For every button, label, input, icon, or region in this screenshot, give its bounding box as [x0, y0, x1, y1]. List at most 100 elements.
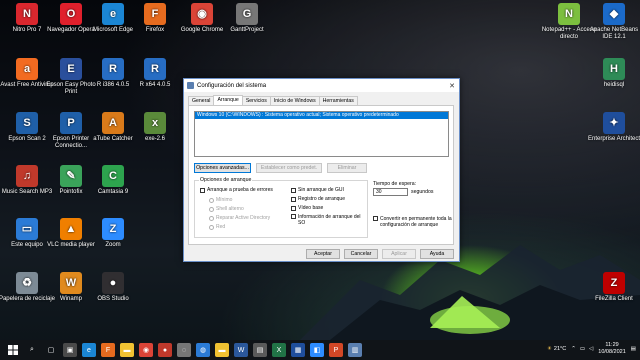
chrome-icon: ◉ — [191, 3, 213, 25]
msconfig-icon — [187, 82, 194, 89]
boot-tab-panel: Windows 10 (C:\WINDOWS) : Sistema operat… — [188, 105, 454, 245]
network-icon[interactable]: ▭ — [580, 346, 585, 352]
ad-repair-radio[interactable]: Reparar Active Directory — [209, 215, 270, 221]
desktop-shortcut-label: Enterprise Architect — [587, 136, 640, 142]
excel-taskbar-icon[interactable]: X — [272, 343, 286, 357]
nitro-icon: N — [16, 3, 38, 25]
alternate-shell-radio[interactable]: Shell alterno — [209, 206, 244, 212]
taskbar-app-icon[interactable]: ▣ — [63, 343, 77, 357]
desktop-shortcut[interactable]: x exe-2.6 — [126, 112, 184, 143]
desktop-shortcut[interactable]: ✦ Enterprise Architect — [585, 112, 640, 143]
atube-icon: A — [102, 112, 124, 134]
powerpoint-taskbar-icon[interactable]: P — [329, 343, 343, 357]
clock[interactable]: 11:29 10/08/2021 — [598, 342, 626, 356]
boot-options-legend: Opciones de arranque — [199, 177, 253, 183]
network-radio[interactable]: Red — [209, 224, 225, 230]
firefox-taskbar-icon[interactable]: F — [101, 343, 115, 357]
tray-chevron-icon[interactable]: ⌃ — [571, 346, 576, 352]
app-taskbar-icon[interactable]: ◧ — [310, 343, 324, 357]
no-gui-boot-checkbox[interactable]: Sin arranque de GUI — [291, 187, 344, 193]
camtasia-icon: C — [102, 165, 124, 187]
zoom-icon: Z — [102, 218, 124, 240]
desktop-shortcut[interactable]: ◆ Apache NetBeans IDE 12.1 — [585, 3, 640, 41]
dialog-title: Configuración del sistema — [197, 82, 267, 89]
apply-button[interactable]: Aplicar — [382, 249, 416, 259]
epson-printer-icon: P — [60, 112, 82, 134]
netbeans-icon: ◆ — [603, 3, 625, 25]
timeout-label: Tiempo de espera: — [373, 181, 417, 187]
word-taskbar-icon[interactable]: W — [234, 343, 248, 357]
enterprise-architect-icon: ✦ — [603, 112, 625, 134]
start-windows-icon[interactable] — [6, 343, 20, 357]
epson-scan-icon: S — [16, 112, 38, 134]
desktop-shortcut-label: exe-2.6 — [144, 136, 165, 142]
system-configuration-dialog: Configuración del sistema ✕ General Arra… — [183, 78, 460, 262]
file-explorer-icon[interactable]: ▬ — [120, 343, 134, 357]
msconfig-taskbar-icon[interactable]: ▥ — [348, 343, 362, 357]
tab-general[interactable]: General — [188, 96, 215, 105]
search-icon[interactable]: ⌕ — [25, 343, 39, 357]
system-tray: ☀ 21°C ⌃ ▭ ◁ 11:29 10/08/2021 ▤ — [547, 342, 636, 356]
avast-icon: a — [16, 58, 38, 80]
filezilla-icon: Z — [603, 272, 625, 294]
os-list-item[interactable]: Windows 10 (C:\WINDOWS) : Sistema operat… — [195, 112, 448, 119]
boot-log-checkbox[interactable]: Registro de arranque — [291, 196, 345, 202]
tab-services[interactable]: Servicios — [241, 96, 271, 105]
timeout-unit: segundos — [411, 189, 434, 195]
boot-options-group: Opciones de arranque Arranque a prueba d… — [194, 177, 368, 238]
minimal-radio[interactable]: Mínimo — [209, 197, 232, 203]
desktop-shortcut[interactable]: C Camtasia 9 — [84, 165, 142, 196]
vlc-icon: ▲ — [60, 218, 82, 240]
cancel-button[interactable]: Cancelar — [344, 249, 378, 259]
desktop-shortcut[interactable]: G GanttProject — [218, 3, 276, 34]
notification-icon[interactable]: ▤ — [631, 346, 636, 352]
safe-boot-checkbox[interactable]: Arranque a prueba de errores — [200, 187, 273, 193]
advanced-options-button[interactable]: Opciones avanzadas... — [194, 163, 251, 173]
opera-icon: O — [60, 3, 82, 25]
r-icon: R — [102, 58, 124, 80]
os-list[interactable]: Windows 10 (C:\WINDOWS) : Sistema operat… — [194, 111, 449, 157]
desktop-shortcut[interactable]: R R x64 4.0.5 — [126, 58, 184, 89]
desktop-shortcut[interactable]: Hheidisql — [585, 58, 640, 89]
help-button[interactable]: Ayuda — [420, 249, 454, 259]
app-taskbar-icon[interactable]: ▦ — [291, 343, 305, 357]
tab-boot[interactable]: Arranque — [213, 95, 243, 105]
chrome-taskbar-icon[interactable]: ◉ — [139, 343, 153, 357]
desktop-shortcut-label: R x64 4.0.5 — [139, 82, 171, 88]
app-taskbar-icon[interactable]: ▤ — [253, 343, 267, 357]
desktop-shortcut-label: heidisql — [603, 82, 625, 88]
delete-button[interactable]: Eliminar — [327, 163, 367, 173]
dialog-titlebar[interactable]: Configuración del sistema ✕ — [184, 79, 459, 92]
volume-icon[interactable]: ◁ — [589, 346, 593, 352]
base-video-checkbox[interactable]: Vídeo base — [291, 205, 323, 211]
app-taskbar-icon[interactable]: ◌ — [177, 343, 191, 357]
close-icon[interactable]: ✕ — [445, 82, 459, 90]
tab-startup[interactable]: Inicio de Windows — [269, 96, 320, 105]
app-taskbar-icon[interactable]: ◍ — [196, 343, 210, 357]
desktop-shortcut[interactable]: Z Zoom — [84, 218, 142, 249]
weather-icon: ☀ — [546, 346, 552, 352]
desktop-shortcut[interactable]: Z FileZilla Client — [585, 272, 640, 303]
timeout-input[interactable]: 30 — [373, 188, 408, 196]
desktop-shortcut[interactable]: ● OBS Studio — [84, 272, 142, 303]
edge-icon: e — [102, 3, 124, 25]
set-default-button[interactable]: Establecer como predet. — [256, 163, 322, 173]
temperature[interactable]: 21°C — [554, 346, 566, 352]
clock-time: 11:29 — [605, 342, 619, 348]
recycle-bin-icon: ♻ — [16, 272, 38, 294]
edge-taskbar-icon[interactable]: e — [82, 343, 96, 357]
clock-date: 10/08/2021 — [598, 349, 626, 355]
firefox-icon: F — [144, 3, 166, 25]
os-boot-info-checkbox[interactable]: Información de arranque del SO — [291, 214, 368, 226]
desktop-shortcut-label: Camtasia 9 — [97, 189, 129, 195]
tab-bar: General Arranque Servicios Inicio de Win… — [188, 95, 358, 105]
task-view-icon[interactable]: ▢ — [44, 343, 58, 357]
make-permanent-checkbox[interactable]: Convertir en permanente toda la configur… — [373, 216, 452, 228]
folder-taskbar-icon[interactable]: ▬ — [215, 343, 229, 357]
desktop-shortcut-label: Apache NetBeans IDE 12.1 — [589, 27, 639, 40]
heidisql-icon: H — [603, 58, 625, 80]
tab-tools[interactable]: Herramientas — [318, 96, 358, 105]
app-taskbar-icon[interactable]: ● — [158, 343, 172, 357]
ok-button[interactable]: Aceptar — [306, 249, 340, 259]
notepadpp-icon: N — [558, 3, 580, 25]
